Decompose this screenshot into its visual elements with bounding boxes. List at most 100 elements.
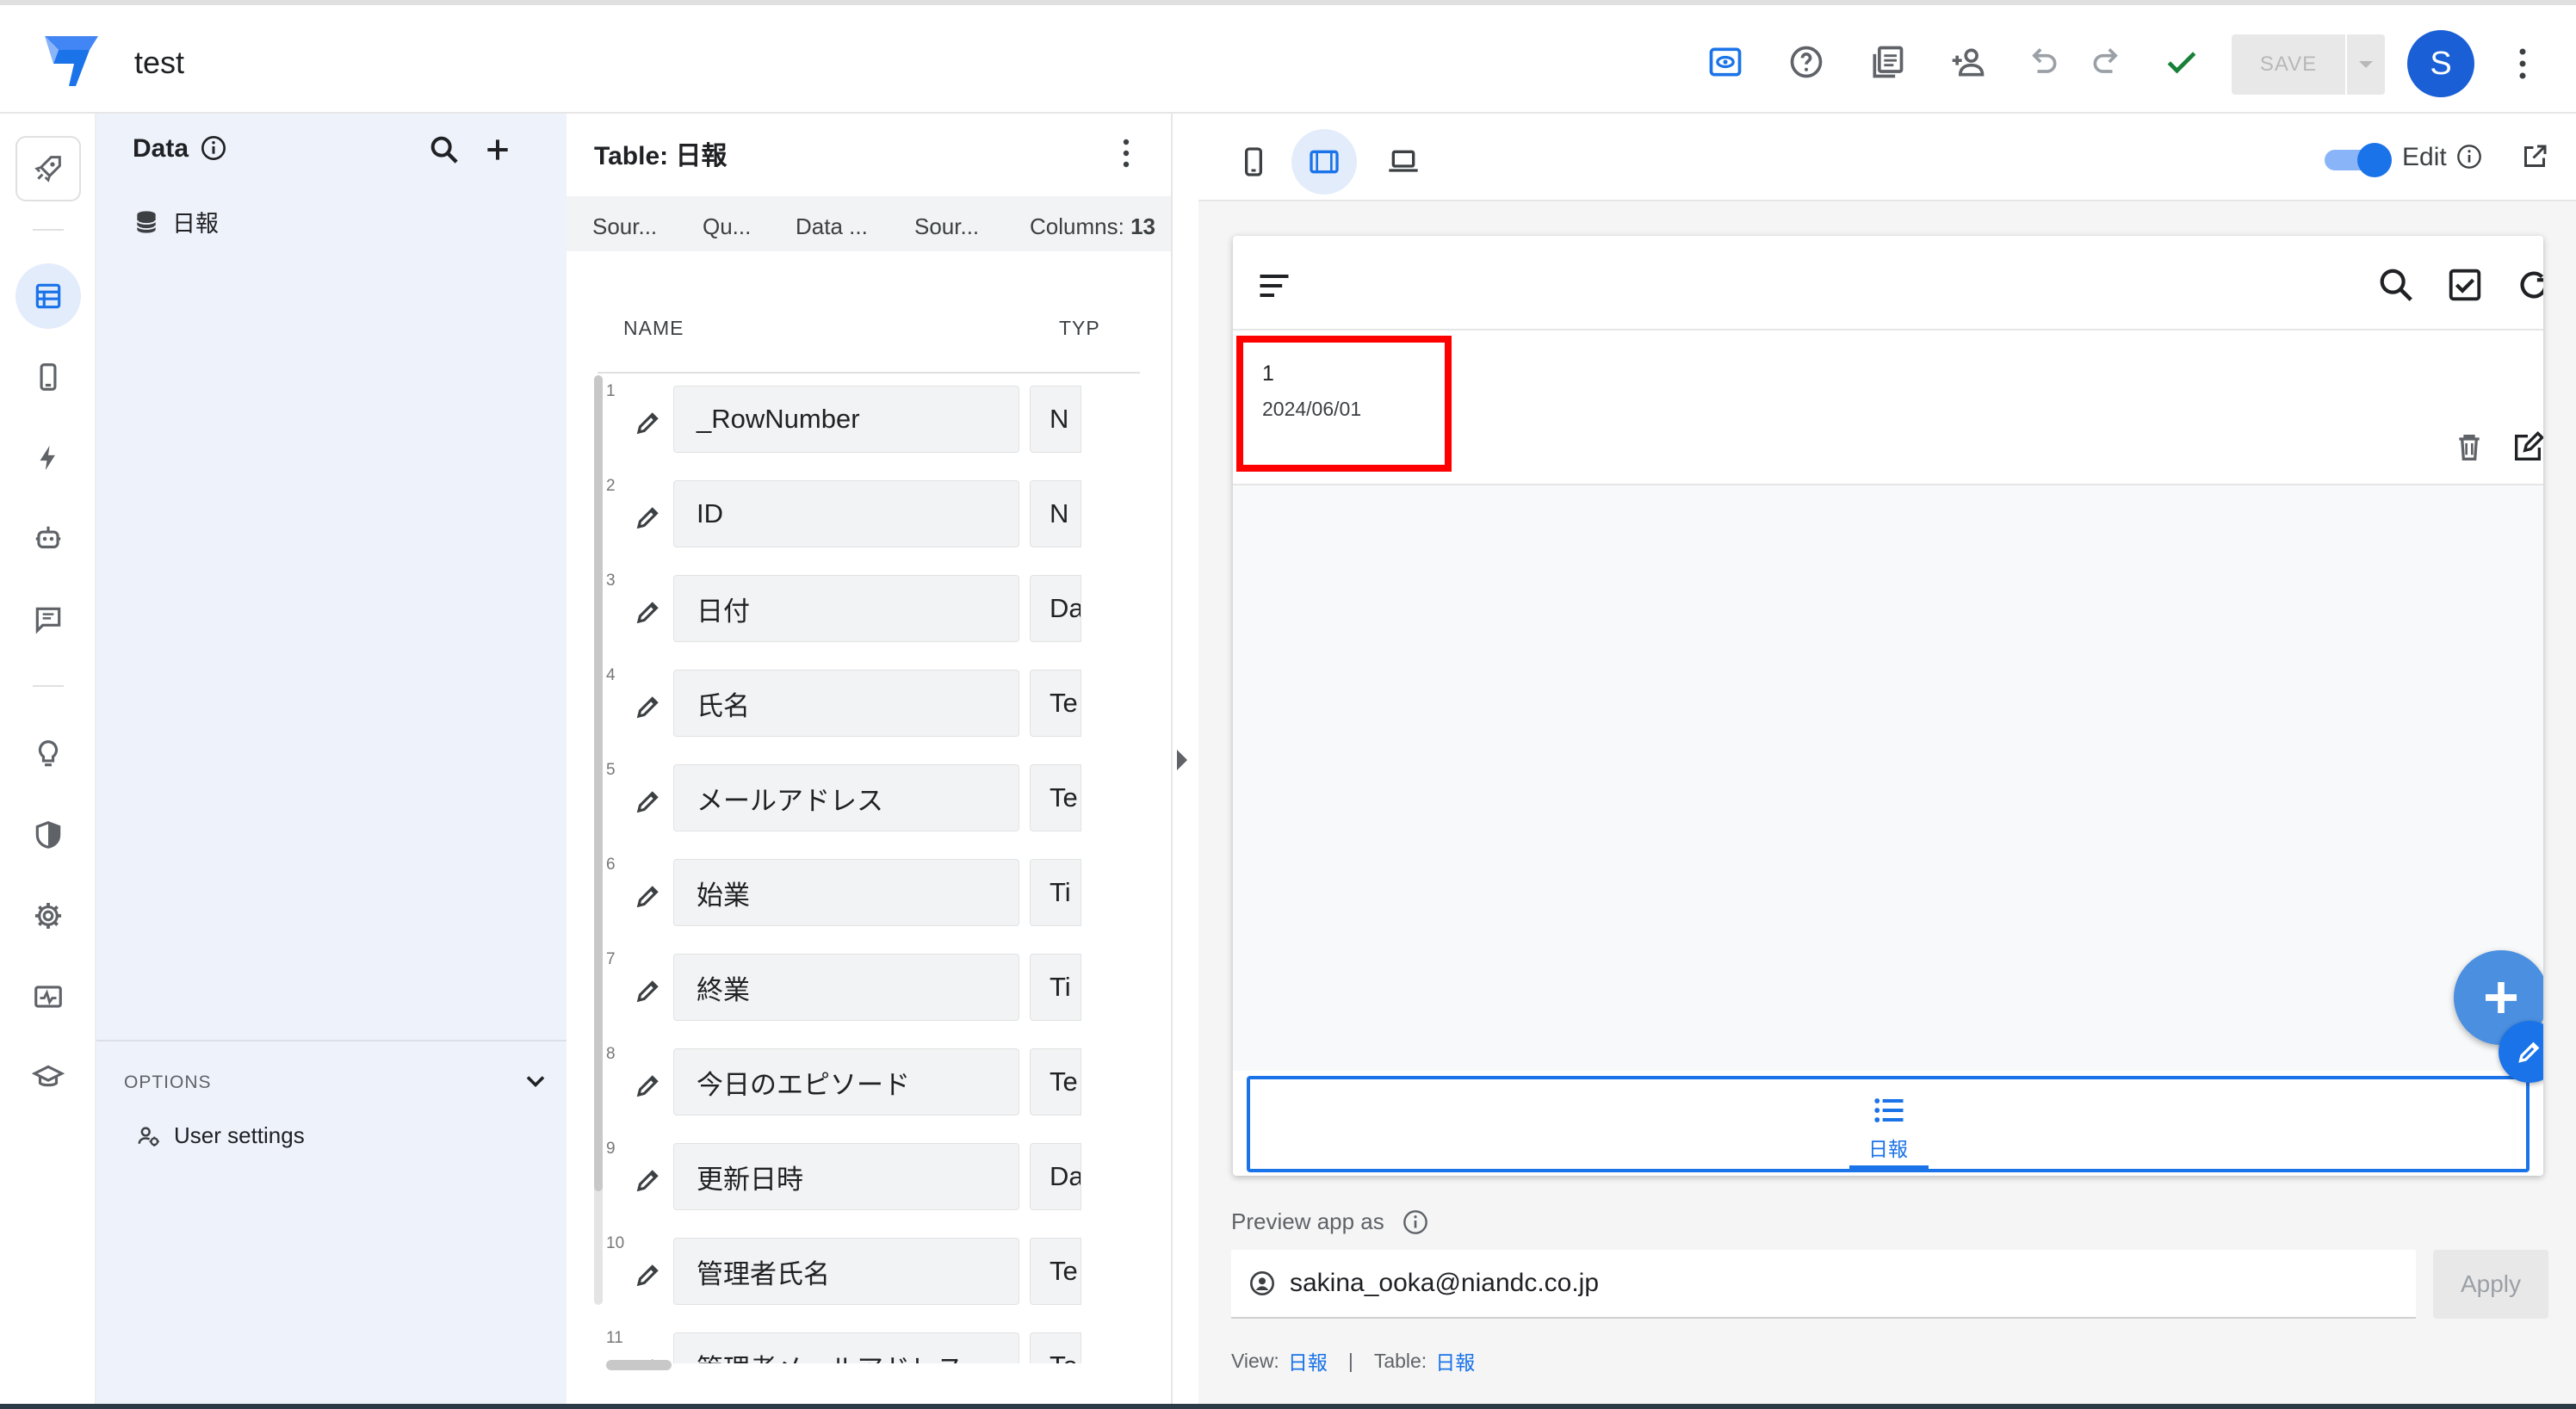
search-icon[interactable]	[427, 133, 461, 167]
appsheet-logo-icon[interactable]	[43, 34, 100, 88]
column-name-field[interactable]: 始業	[673, 859, 1019, 926]
laptop-icon	[1389, 150, 1418, 172]
column-type-field[interactable]: Te	[1030, 1332, 1081, 1363]
table-row: 9 更新日時 Da	[606, 1133, 1123, 1227]
footer-view-link[interactable]: 日報	[1288, 1346, 1328, 1375]
preview-icon[interactable]	[1705, 41, 1746, 83]
avatar[interactable]: S	[2407, 30, 2474, 97]
nav-monitor[interactable]	[15, 964, 81, 1029]
column-type-field[interactable]: Te	[1030, 670, 1081, 737]
docs-icon[interactable]	[1867, 41, 1908, 83]
list-icon[interactable]	[1870, 1091, 1908, 1129]
device-phone-button[interactable]	[1221, 129, 1286, 195]
user-settings-item[interactable]: User settings	[136, 1122, 305, 1149]
table-tabs: Sour... Qu... Data ... Sour... Columns: …	[567, 196, 1171, 251]
device-desktop-button[interactable]	[1371, 129, 1436, 195]
pencil-icon[interactable]	[632, 1164, 665, 1196]
column-type-field[interactable]: Ti	[1030, 859, 1081, 926]
undo-icon[interactable]	[2022, 41, 2063, 83]
pencil-icon[interactable]	[632, 690, 665, 723]
preview-email-field[interactable]: sakina_ooka@niandc.co.jp	[1231, 1250, 2416, 1319]
device-tablet-button[interactable]	[1291, 129, 1357, 195]
sort-menu-icon[interactable]	[1255, 267, 1293, 305]
scrollbar-thumb[interactable]	[594, 375, 603, 1191]
column-name-field[interactable]: _RowNumber	[673, 386, 1019, 453]
bottom-nav-tab-label[interactable]: 日報	[1250, 1133, 2526, 1162]
table-list-item[interactable]: 日報	[133, 205, 219, 238]
column-type-field[interactable]: Te	[1030, 1048, 1081, 1115]
column-name-field[interactable]: 日付	[673, 575, 1019, 642]
column-type-field[interactable]: N	[1030, 386, 1081, 453]
nav-chat[interactable]	[15, 587, 81, 652]
column-type-field[interactable]: Te	[1030, 1238, 1081, 1305]
help-icon[interactable]	[1786, 41, 1827, 83]
save-button[interactable]: SAVE	[2232, 34, 2345, 95]
info-icon[interactable]	[1402, 1208, 1429, 1236]
redo-icon[interactable]	[2087, 41, 2128, 83]
refresh-icon[interactable]	[2514, 265, 2543, 305]
ideas-icon	[38, 740, 59, 767]
nav-bots[interactable]	[15, 506, 81, 572]
check-icon[interactable]	[2161, 41, 2202, 83]
column-type-field[interactable]: Da	[1030, 575, 1081, 642]
share-icon[interactable]	[1947, 41, 1989, 83]
database-icon	[136, 210, 157, 233]
column-type-field[interactable]: Da	[1030, 1143, 1081, 1210]
add-table-icon[interactable]	[480, 133, 515, 167]
column-type-field[interactable]: Ti	[1030, 954, 1081, 1021]
row-number: 3	[606, 572, 616, 590]
highlight-box	[1236, 336, 1452, 472]
footer-table-link[interactable]: 日報	[1435, 1346, 1475, 1375]
nav-rocket[interactable]	[15, 136, 81, 201]
nav-views[interactable]	[15, 344, 81, 410]
edit-row-icon[interactable]	[2511, 430, 2543, 465]
delete-icon[interactable]	[2452, 430, 2486, 465]
nav-settings[interactable]	[15, 883, 81, 949]
tab-data[interactable]: Data ...	[796, 213, 868, 240]
info-icon[interactable]	[2455, 143, 2483, 170]
edit-toggle[interactable]	[2325, 143, 2392, 177]
horizontal-scrollbar[interactable]	[606, 1360, 672, 1370]
tab-qualifiers[interactable]: Qu...	[703, 213, 751, 240]
checkbox-icon[interactable]	[2445, 265, 2485, 305]
apply-button[interactable]: Apply	[2433, 1250, 2548, 1319]
search-icon[interactable]	[2376, 265, 2416, 305]
info-icon[interactable]	[200, 134, 227, 162]
tab-source[interactable]: Sour...	[592, 213, 657, 240]
column-name-field[interactable]: 管理者メールアドレス	[673, 1332, 1019, 1363]
more-vert-icon[interactable]	[1111, 136, 1142, 170]
pencil-icon[interactable]	[632, 880, 665, 912]
pencil-icon[interactable]	[632, 974, 665, 1007]
column-name-field[interactable]: 終業	[673, 954, 1019, 1021]
column-name-field[interactable]: 今日のエピソード	[673, 1048, 1019, 1115]
nav-security[interactable]	[15, 802, 81, 868]
list-item[interactable]: 1 2024/06/01	[1233, 332, 2543, 485]
row-number: 2	[606, 477, 616, 495]
pencil-icon[interactable]	[632, 501, 665, 534]
tab-columns[interactable]: Columns: 13	[1030, 213, 1155, 240]
nav-data[interactable]	[15, 263, 81, 329]
caret-right-icon[interactable]	[1173, 747, 1192, 773]
column-name-field[interactable]: ID	[673, 480, 1019, 547]
column-name-field[interactable]: 更新日時	[673, 1143, 1019, 1210]
chevron-down-icon[interactable]	[520, 1066, 551, 1097]
preview-email-value: sakina_ooka@niandc.co.jp	[1290, 1269, 1600, 1297]
nav-learn[interactable]	[15, 1045, 81, 1110]
tab-source-2[interactable]: Sour...	[914, 213, 979, 240]
pencil-icon[interactable]	[632, 1069, 665, 1102]
pencil-icon[interactable]	[632, 785, 665, 818]
save-dropdown-button[interactable]	[2347, 34, 2385, 95]
pencil-icon[interactable]	[632, 406, 665, 439]
column-type-field[interactable]: N	[1030, 480, 1081, 547]
column-name-field[interactable]: 氏名	[673, 670, 1019, 737]
column-name-field[interactable]: 管理者氏名	[673, 1238, 1019, 1305]
open-in-new-icon[interactable]	[2519, 141, 2550, 172]
table-row: 5 メールアドレス Te	[606, 754, 1123, 849]
column-name-field[interactable]: メールアドレス	[673, 764, 1019, 831]
more-vert-icon[interactable]	[2505, 45, 2540, 83]
pencil-icon[interactable]	[632, 596, 665, 628]
column-type-field[interactable]: Te	[1030, 764, 1081, 831]
nav-automation[interactable]	[15, 425, 81, 491]
nav-ideas[interactable]	[15, 721, 81, 787]
pencil-icon[interactable]	[632, 1258, 665, 1291]
